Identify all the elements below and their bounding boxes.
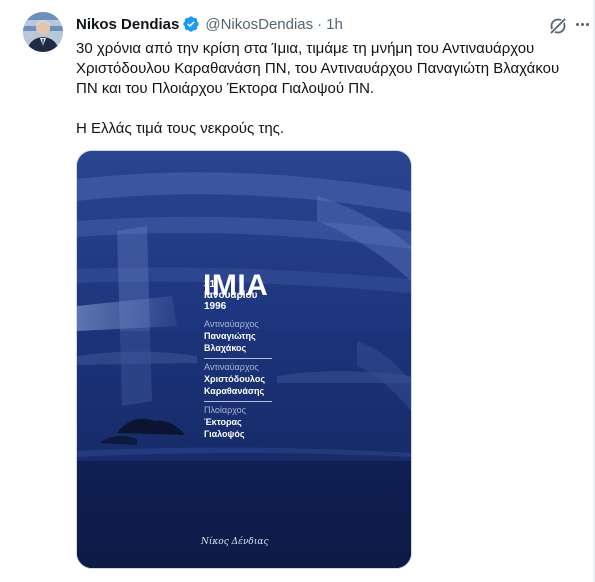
poster-entry-role: Αντιναύαρχος	[204, 362, 259, 372]
poster-entry-name-line2: Βλαχάκος	[204, 343, 247, 353]
poster-signature: Νίκος Δένδιας	[201, 537, 269, 547]
poster-date-text: 31 Ιανουαρίου 1996	[204, 279, 258, 312]
poster-entry-name-line1: Χριστόδουλος	[204, 374, 266, 384]
tweet[interactable]: Nikos Dendias @NikosDendias · 1h 30 χρόν…	[0, 0, 593, 582]
tweet-media-image[interactable]: ΙΜΙΑ 31 Ιανουαρίου 1996 Αντιναύαρχος Παν…	[76, 150, 412, 569]
author-handle[interactable]: @NikosDendias	[205, 16, 313, 33]
timestamp[interactable]: 1h	[326, 16, 343, 33]
header-separator: ·	[317, 15, 323, 33]
poster-entry-name-line2: Καραθανάσης	[204, 386, 265, 396]
tweet-header: Nikos Dendias @NikosDendias · 1h	[76, 14, 343, 34]
poster-names-list: Αντιναύαρχος Παναγιώτης Βλαχάκος Αντιναύ…	[204, 319, 304, 440]
author-name[interactable]: Nikos Dendias	[76, 16, 179, 33]
more-options-icon[interactable]	[572, 14, 592, 34]
poster-entry: Αντιναύαρχος Παναγιώτης Βλαχάκος	[204, 319, 304, 354]
tweet-text: 30 χρόνια από την κρίση στα Ίμια, τιμάμε…	[76, 39, 581, 139]
tweet-text-paragraph-2: Η Ελλάς τιμά τους νεκρούς της.	[76, 120, 285, 137]
poster-entry-name-line2: Γιαλοψός	[204, 429, 245, 439]
poster-entry-role: Αντιναύαρχος	[204, 319, 259, 329]
poster-divider	[204, 358, 272, 359]
verified-badge-icon[interactable]	[182, 15, 200, 33]
poster-divider	[204, 401, 272, 402]
poster-entry-role: Πλοίαρχος	[204, 405, 247, 415]
poster-entry-name-line1: Παναγιώτης	[204, 331, 256, 341]
poster-entry: Αντιναύαρχος Χριστόδουλος Καραθανάσης	[204, 362, 304, 397]
avatar[interactable]	[23, 12, 63, 52]
tweet-text-paragraph-1: 30 χρόνια από την κρίση στα Ίμια, τιμάμε…	[76, 40, 560, 97]
grok-icon[interactable]	[548, 16, 568, 36]
poster-entry-name-line1: Έκτορας	[204, 417, 242, 427]
poster-entry: Πλοίαρχος Έκτορας Γιαλοψός	[204, 405, 304, 440]
